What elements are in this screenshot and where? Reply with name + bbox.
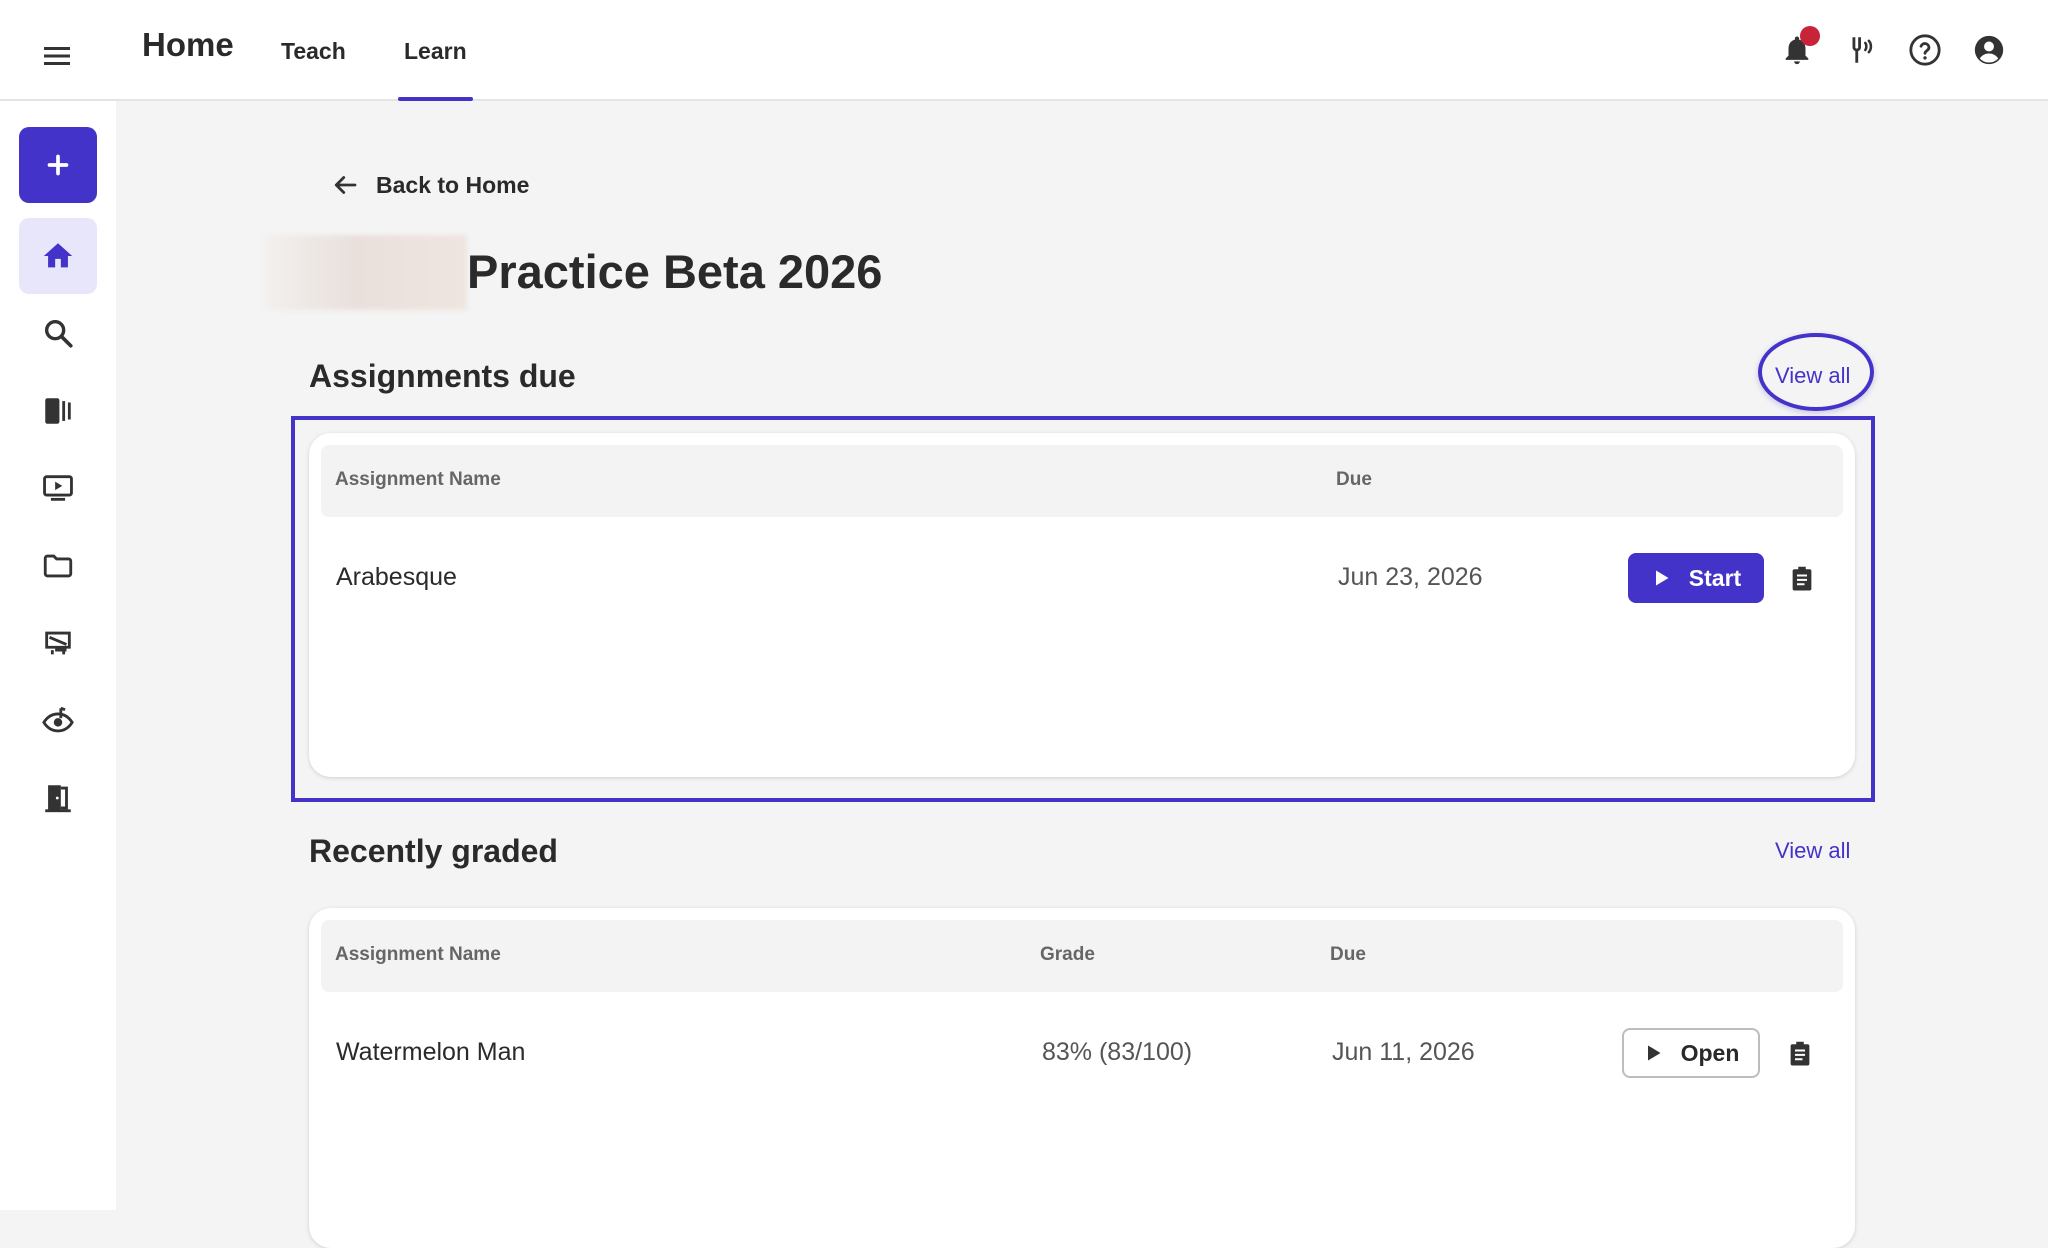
folder-icon — [43, 554, 73, 578]
add-icon — [47, 154, 69, 176]
sidebar-item-folders[interactable] — [19, 528, 97, 604]
clipboard-icon[interactable] — [1785, 1038, 1815, 1068]
column-header-due: Due — [1336, 469, 1372, 490]
top-bar: Home Teach Learn — [0, 0, 2048, 101]
start-button-label: Start — [1688, 564, 1742, 591]
sidebar-item-home[interactable] — [19, 218, 97, 294]
notification-badge — [1800, 26, 1820, 46]
column-header-name: Assignment Name — [335, 944, 501, 965]
search-icon — [44, 319, 73, 348]
play-icon — [1647, 1045, 1661, 1061]
sidebar — [0, 101, 116, 1210]
table-header — [321, 445, 1843, 517]
assignment-due-date: Jun 23, 2026 — [1338, 563, 1483, 591]
assignment-grade: 83% (83/100) — [1042, 1038, 1193, 1066]
add-button[interactable] — [19, 127, 97, 203]
sidebar-item-scores[interactable] — [19, 605, 97, 681]
open-button[interactable]: Open — [1622, 1028, 1760, 1078]
sidebar-item-exit[interactable] — [19, 760, 97, 836]
video-icon — [43, 475, 73, 501]
start-button[interactable]: Start — [1628, 553, 1764, 603]
page-title: Practice Beta 2026 — [467, 245, 883, 298]
tuning-fork-icon[interactable] — [1844, 33, 1878, 67]
course-thumbnail — [264, 235, 467, 310]
column-header-due: Due — [1330, 944, 1366, 965]
recently-graded-heading: Recently graded — [309, 833, 558, 869]
back-link-label: Back to Home — [376, 171, 530, 198]
tab-learn[interactable]: Learn — [404, 38, 467, 65]
assignment-name[interactable]: Watermelon Man — [336, 1038, 525, 1067]
assignments-due-heading: Assignments due — [309, 358, 576, 394]
clipboard-icon[interactable] — [1787, 563, 1817, 593]
assignment-name[interactable]: Arabesque — [336, 563, 457, 592]
active-tab-indicator — [398, 97, 473, 101]
account-icon[interactable] — [1972, 33, 2006, 67]
back-to-home-link[interactable]: Back to Home — [330, 170, 529, 200]
exit-icon — [45, 785, 71, 813]
recently-graded-card: Assignment Name Grade Due Watermelon Man… — [309, 908, 1855, 1248]
column-header-grade: Grade — [1040, 944, 1095, 965]
open-button-label: Open — [1680, 1039, 1740, 1066]
arrow-left-icon — [334, 176, 357, 194]
sidebar-item-video[interactable] — [19, 450, 97, 526]
sidebar-item-search[interactable] — [19, 295, 97, 371]
home-icon — [43, 243, 73, 268]
sidebar-item-library[interactable] — [19, 373, 97, 449]
assignment-due-date: Jun 11, 2026 — [1332, 1038, 1475, 1066]
ear-training-icon — [42, 706, 74, 733]
view-all-highlight-circle — [1758, 333, 1874, 411]
sidebar-item-ear-training[interactable] — [19, 683, 97, 759]
help-icon[interactable] — [1908, 33, 1942, 67]
score-icon — [45, 631, 71, 655]
column-header-name: Assignment Name — [335, 469, 501, 490]
tab-teach[interactable]: Teach — [281, 38, 346, 65]
library-icon — [45, 398, 71, 424]
assignments-due-card: Assignment Name Due Arabesque Jun 23, 20… — [309, 433, 1855, 777]
play-icon — [1655, 570, 1669, 586]
hamburger-menu-icon[interactable] — [42, 43, 74, 69]
brand-home[interactable]: Home — [142, 26, 234, 64]
graded-view-all-link[interactable]: View all — [1775, 838, 1850, 864]
